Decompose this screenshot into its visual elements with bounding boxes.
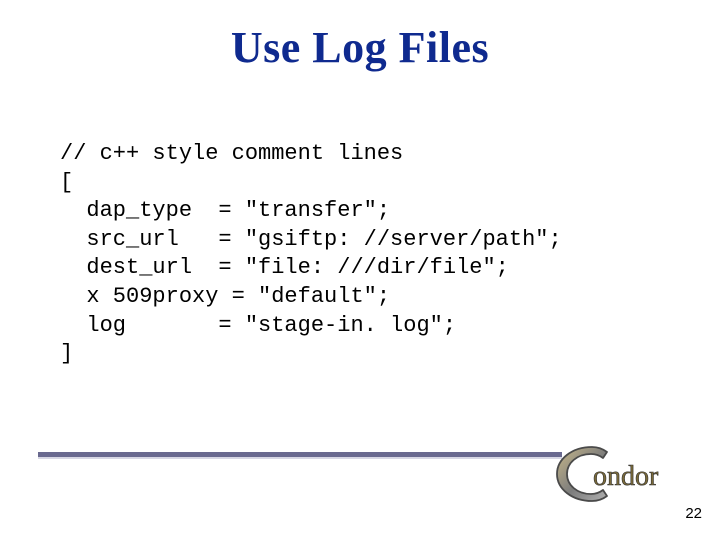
condor-logo-icon: ondor [548, 441, 690, 506]
code-block: // c++ style comment lines [ dap_type = … [60, 140, 562, 369]
divider-icon [38, 452, 562, 457]
page-number: 22 [685, 505, 702, 522]
svg-text:ondor: ondor [593, 461, 659, 492]
slide-title: Use Log Files [0, 22, 720, 73]
slide: Use Log Files // c++ style comment lines… [0, 0, 720, 540]
